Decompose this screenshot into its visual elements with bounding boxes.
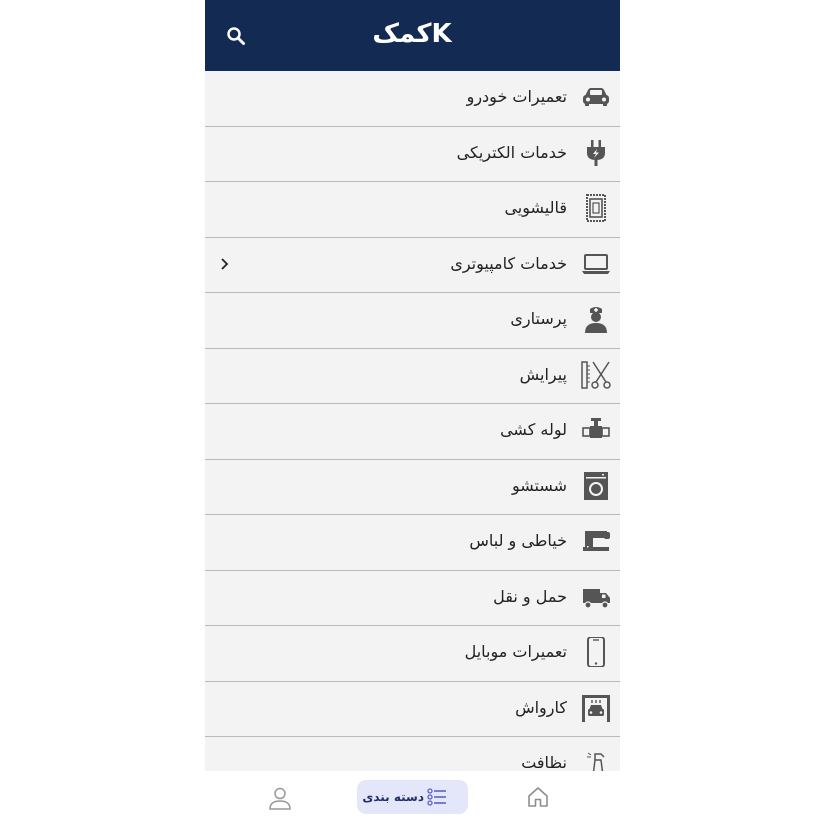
app-screen: کمکK تعمیرات خودرو خدمات الکتریکی قالیشو… bbox=[205, 0, 620, 825]
car-icon bbox=[583, 88, 609, 106]
category-row-carpet-cleaning[interactable]: قالیشویی bbox=[205, 182, 620, 238]
electric-plug-icon bbox=[587, 139, 605, 166]
category-label: لوله کشی bbox=[500, 420, 567, 439]
category-label: تعمیرات خودرو bbox=[466, 87, 567, 106]
user-icon[interactable] bbox=[267, 785, 293, 811]
category-row-tailoring[interactable]: خیاطی و لباس bbox=[205, 515, 620, 571]
category-row-car-repair[interactable]: تعمیرات خودرو bbox=[205, 71, 620, 127]
carpet-icon bbox=[586, 194, 606, 222]
category-label: شستشو bbox=[511, 475, 567, 495]
sewing-machine-icon bbox=[583, 531, 610, 551]
bottom-navigation: دسته بندی bbox=[205, 771, 620, 825]
nurse-icon bbox=[585, 307, 607, 333]
category-label: کارواش bbox=[515, 697, 567, 717]
category-label: خیاطی و لباس bbox=[469, 531, 567, 550]
category-label: پیرایش bbox=[519, 364, 567, 384]
category-row-laundry[interactable]: شستشو bbox=[205, 460, 620, 515]
category-row-electrical[interactable]: خدمات الکتریکی bbox=[205, 127, 620, 182]
category-row-mobile-repair[interactable]: تعمیرات موبایل bbox=[205, 626, 620, 682]
category-row-plumbing[interactable]: لوله کشی bbox=[205, 404, 620, 460]
category-row-computer-services[interactable]: خدمات کامپیوتری bbox=[205, 238, 620, 293]
app-logo: کمکK bbox=[372, 19, 453, 49]
category-row-barber[interactable]: پیرایش bbox=[205, 349, 620, 404]
mobile-phone-icon bbox=[587, 637, 605, 667]
pipe-valve-icon bbox=[582, 418, 610, 438]
laptop-icon bbox=[582, 253, 610, 274]
category-row-transport[interactable]: حمل و نقل bbox=[205, 571, 620, 626]
categories-tab-label: دسته بندی bbox=[362, 790, 424, 804]
categories-tab[interactable]: دسته بندی bbox=[357, 780, 468, 814]
category-row-nursing[interactable]: پرستاری bbox=[205, 293, 620, 349]
category-list: تعمیرات خودرو خدمات الکتریکی قالیشویی خد… bbox=[205, 71, 620, 793]
car-wash-icon bbox=[582, 694, 610, 722]
category-label: تعمیرات موبایل bbox=[464, 642, 567, 661]
category-row-car-wash[interactable]: کارواش bbox=[205, 682, 620, 737]
scissors-comb-icon bbox=[581, 360, 611, 389]
category-label: قالیشویی bbox=[504, 198, 567, 217]
list-icon bbox=[427, 788, 446, 806]
truck-icon bbox=[583, 588, 610, 609]
category-label: خدمات الکتریکی bbox=[456, 142, 567, 162]
category-label: پرستاری bbox=[510, 309, 567, 328]
category-label: خدمات کامپیوتری bbox=[450, 253, 567, 273]
app-header: کمکK bbox=[205, 0, 620, 71]
home-icon[interactable] bbox=[526, 785, 550, 809]
category-label: حمل و نقل bbox=[493, 586, 567, 606]
chevron-right-icon[interactable] bbox=[219, 257, 231, 271]
washing-machine-icon bbox=[584, 471, 608, 500]
